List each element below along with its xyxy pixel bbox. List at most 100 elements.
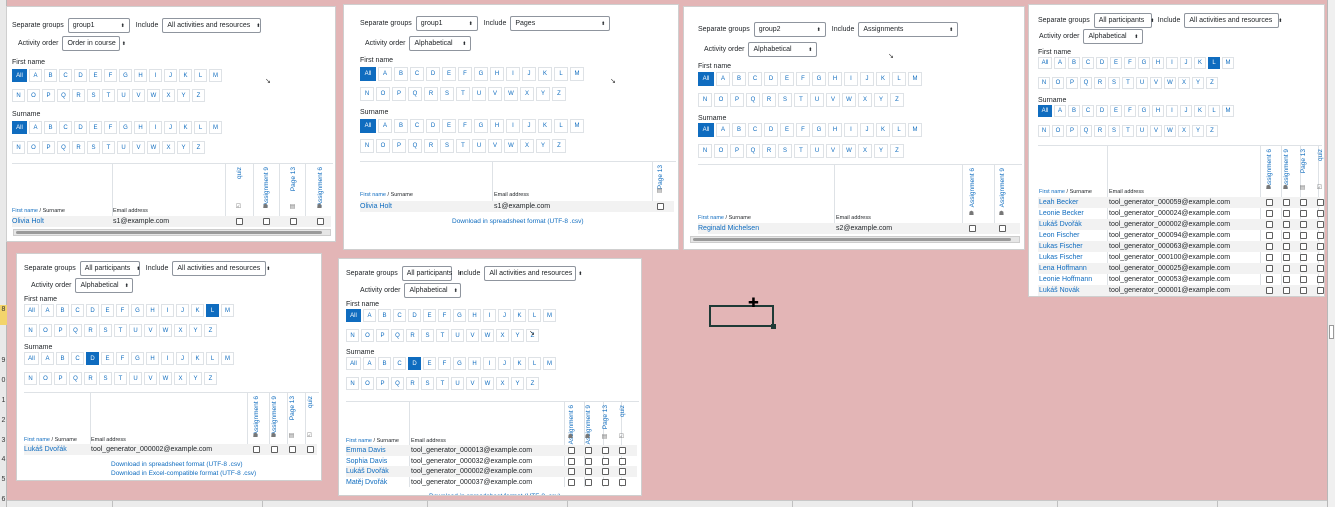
- completion-checkbox[interactable]: [1317, 232, 1324, 239]
- include-select[interactable]: Pages ⬍: [510, 16, 611, 31]
- surname-initial-y[interactable]: Y: [874, 144, 888, 158]
- activity-header-assignment-6[interactable]: Assignment 6: [253, 396, 260, 435]
- first-name-initial-k[interactable]: K: [191, 304, 204, 317]
- completion-checkbox[interactable]: [317, 218, 324, 225]
- first-name-initial-f[interactable]: F: [104, 69, 117, 82]
- surname-initial-m[interactable]: M: [570, 119, 584, 133]
- first-name-initial-h[interactable]: H: [828, 72, 842, 86]
- surname-initial-w[interactable]: W: [842, 144, 856, 158]
- surname-initial-v[interactable]: V: [466, 377, 479, 390]
- first-name-initial-s[interactable]: S: [99, 324, 112, 337]
- surname-initial-x[interactable]: X: [858, 144, 872, 158]
- completion-checkbox[interactable]: [602, 478, 609, 486]
- surname-initial-n[interactable]: N: [24, 372, 37, 385]
- first-name-initial-b[interactable]: B: [44, 69, 57, 82]
- surname-initial-j[interactable]: J: [860, 123, 874, 137]
- surname-initial-e[interactable]: E: [780, 123, 794, 137]
- activity-header-assignment-9[interactable]: Assignment 9: [271, 396, 278, 435]
- surname-initial-u[interactable]: U: [451, 377, 464, 390]
- surname-initial-t[interactable]: T: [456, 139, 470, 153]
- surname-initial-g[interactable]: G: [453, 357, 466, 370]
- first-name-initial-v[interactable]: V: [826, 93, 840, 107]
- surname-initial-h[interactable]: H: [490, 119, 504, 133]
- surname-initial-b[interactable]: B: [44, 121, 57, 134]
- surname-initial-i[interactable]: I: [149, 121, 162, 134]
- first-name-initial-y[interactable]: Y: [177, 89, 190, 102]
- surname-initial-e[interactable]: E: [442, 119, 456, 133]
- first-name-initial-s[interactable]: S: [440, 87, 454, 101]
- completion-checkbox[interactable]: [1266, 232, 1273, 239]
- first-name-initial-p[interactable]: P: [376, 329, 389, 342]
- activity-header-quiz[interactable]: quiz: [619, 405, 626, 417]
- activity-header-assignment-6[interactable]: Assignment 6: [1266, 149, 1273, 188]
- activity-header-quiz[interactable]: quiz: [307, 396, 314, 408]
- first-name-initial-k[interactable]: K: [179, 69, 192, 82]
- surname-initial-p[interactable]: P: [730, 144, 744, 158]
- completion-checkbox[interactable]: [602, 447, 609, 454]
- first-name-initial-all[interactable]: All: [346, 309, 361, 322]
- completion-checkbox[interactable]: [1266, 265, 1273, 272]
- completion-checkbox[interactable]: [1283, 199, 1290, 206]
- first-name-initial-j[interactable]: J: [1180, 57, 1192, 69]
- surname-initial-h[interactable]: H: [146, 352, 159, 365]
- surname-initial-p[interactable]: P: [1066, 125, 1078, 137]
- participant-name-link[interactable]: Lukas Fischer: [1039, 254, 1083, 261]
- surname-initial-a[interactable]: A: [716, 123, 730, 137]
- activity-header-page-13[interactable]: Page 13: [290, 167, 297, 191]
- surname-initial-a[interactable]: A: [378, 119, 392, 133]
- participant-name-link[interactable]: Lena Hoffmann: [1039, 265, 1087, 272]
- surname-initial-v[interactable]: V: [1150, 125, 1162, 137]
- surname-initial-v[interactable]: V: [132, 141, 145, 154]
- first-name-initial-t[interactable]: T: [436, 329, 449, 342]
- surname-initial-x[interactable]: X: [520, 139, 534, 153]
- surname-initial-s[interactable]: S: [778, 144, 792, 158]
- surname-initial-d[interactable]: D: [426, 119, 440, 133]
- first-name-initial-p[interactable]: P: [54, 324, 67, 337]
- surname-initial-p[interactable]: P: [54, 372, 67, 385]
- first-name-sort-link[interactable]: First name: [346, 438, 372, 444]
- surname-initial-k[interactable]: K: [538, 119, 552, 133]
- completion-checkbox[interactable]: [1300, 199, 1307, 206]
- table-horizontal-scrollbar[interactable]: [690, 236, 1020, 243]
- first-name-sort-link[interactable]: First name: [24, 437, 50, 443]
- first-name-initial-v[interactable]: V: [144, 324, 157, 337]
- completion-checkbox[interactable]: [1266, 276, 1273, 283]
- separate-groups-select[interactable]: group2 ⬍: [753, 22, 826, 37]
- surname-initial-m[interactable]: M: [908, 123, 922, 137]
- surname-initial-e[interactable]: E: [89, 121, 102, 134]
- surname-initial-l[interactable]: L: [554, 119, 568, 133]
- completion-checkbox[interactable]: [1317, 287, 1324, 294]
- first-name-initial-g[interactable]: G: [474, 67, 488, 81]
- vertical-scrollbar[interactable]: [1327, 0, 1335, 507]
- first-name-initial-j[interactable]: J: [860, 72, 874, 86]
- surname-initial-a[interactable]: A: [1054, 105, 1066, 117]
- first-name-initial-v[interactable]: V: [132, 89, 145, 102]
- surname-initial-q[interactable]: Q: [408, 139, 422, 153]
- first-name-initial-x[interactable]: X: [162, 89, 175, 102]
- first-name-initial-z[interactable]: Z: [1206, 77, 1218, 89]
- first-name-initial-m[interactable]: M: [543, 309, 556, 322]
- surname-initial-h[interactable]: H: [468, 357, 481, 370]
- surname-initial-f[interactable]: F: [458, 119, 472, 133]
- surname-initial-z[interactable]: Z: [1206, 125, 1218, 137]
- first-name-initial-c[interactable]: C: [71, 304, 84, 317]
- surname-initial-z[interactable]: Z: [552, 139, 566, 153]
- participant-name-link[interactable]: Olivia Holt: [12, 218, 44, 225]
- surname-initial-e[interactable]: E: [1110, 105, 1122, 117]
- activity-header-page-13[interactable]: Page 13: [289, 396, 296, 420]
- surname-initial-i[interactable]: I: [1166, 105, 1178, 117]
- first-name-initial-u[interactable]: U: [810, 93, 824, 107]
- participant-name-link[interactable]: Lukáš Dvořák: [1039, 221, 1082, 228]
- surname-initial-f[interactable]: F: [1124, 105, 1136, 117]
- surname-initial-m[interactable]: M: [543, 357, 556, 370]
- surname-initial-f[interactable]: F: [104, 121, 117, 134]
- completion-checkbox[interactable]: [1266, 243, 1273, 250]
- surname-initial-r[interactable]: R: [406, 377, 419, 390]
- surname-initial-a[interactable]: A: [363, 357, 376, 370]
- first-name-initial-m[interactable]: M: [570, 67, 584, 81]
- first-name-initial-i[interactable]: I: [483, 309, 496, 322]
- surname-initial-g[interactable]: G: [131, 352, 144, 365]
- surname-initial-r[interactable]: R: [424, 139, 438, 153]
- surname-initial-n[interactable]: N: [1038, 125, 1050, 137]
- first-name-initial-t[interactable]: T: [794, 93, 808, 107]
